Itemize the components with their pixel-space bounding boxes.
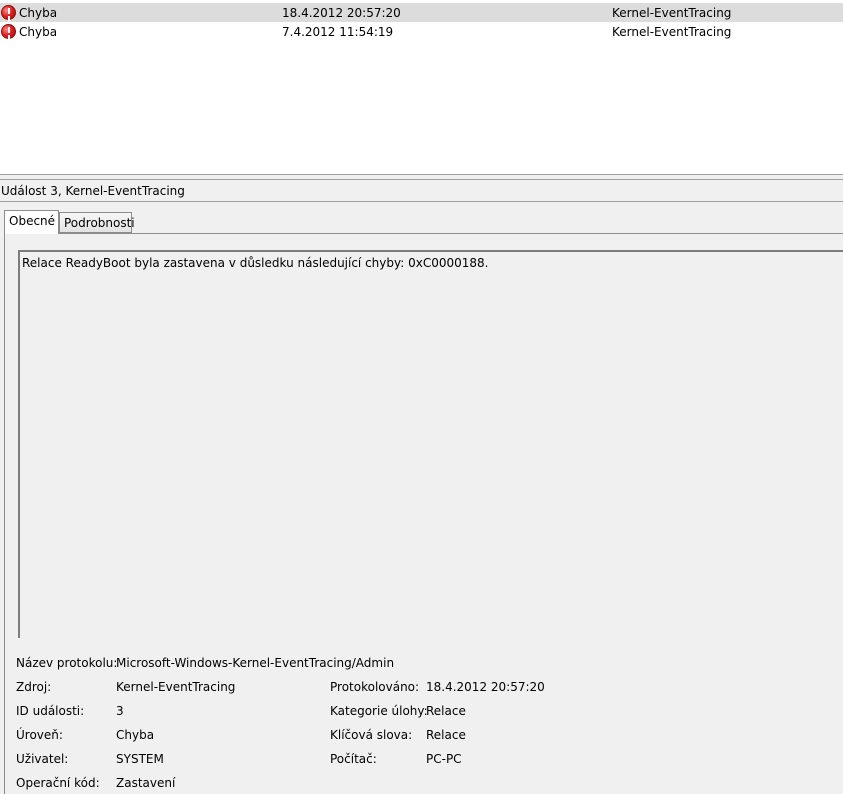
log-name-label: Název protokolu: bbox=[16, 656, 118, 670]
event-level: Chyba bbox=[19, 6, 58, 20]
event-row[interactable]: Chyba 18.4.2012 20:57:20 Kernel-EventTra… bbox=[0, 3, 843, 22]
keywords-label: Klíčová slova: bbox=[330, 728, 413, 742]
source-value: Kernel-EventTracing bbox=[116, 680, 236, 694]
source-label: Zdroj: bbox=[16, 680, 52, 694]
event-list[interactable]: Chyba 18.4.2012 20:57:20 Kernel-EventTra… bbox=[0, 0, 843, 174]
event-source: Kernel-EventTracing bbox=[612, 25, 732, 39]
user-label: Uživatel: bbox=[16, 752, 69, 766]
keywords-value: Relace bbox=[426, 728, 466, 742]
event-id-label: ID události: bbox=[16, 704, 85, 718]
task-category-label: Kategorie úlohy: bbox=[330, 704, 428, 718]
computer-value: PC-PC bbox=[426, 752, 462, 766]
event-description-box[interactable]: Relace ReadyBoot byla zastavena v důsled… bbox=[18, 250, 843, 638]
error-icon bbox=[1, 24, 16, 39]
tab-details[interactable]: Podrobnosti bbox=[59, 212, 135, 233]
computer-label: Počítač: bbox=[330, 752, 377, 766]
event-detail-title: Událost 3, Kernel-EventTracing bbox=[0, 180, 843, 202]
event-date-time: 18.4.2012 20:57:20 bbox=[282, 6, 401, 20]
opcode-label: Operační kód: bbox=[16, 776, 100, 790]
task-category-value: Relace bbox=[426, 704, 466, 718]
level-label: Úroveň: bbox=[16, 728, 63, 742]
event-level: Chyba bbox=[19, 25, 58, 39]
user-value: SYSTEM bbox=[116, 752, 164, 766]
level-value: Chyba bbox=[116, 728, 155, 742]
event-description: Relace ReadyBoot byla zastavena v důsled… bbox=[22, 256, 489, 270]
log-name-value: Microsoft-Windows-Kernel-EventTracing/Ad… bbox=[116, 656, 395, 670]
event-date-time: 7.4.2012 11:54:19 bbox=[282, 25, 394, 39]
error-icon bbox=[1, 5, 16, 20]
event-detail-pane: Událost 3, Kernel-EventTracing Obecné Po… bbox=[0, 180, 843, 794]
logged-value: 18.4.2012 20:57:20 bbox=[426, 680, 545, 694]
opcode-value: Zastavení bbox=[116, 776, 176, 790]
event-id-value: 3 bbox=[116, 704, 124, 718]
event-source: Kernel-EventTracing bbox=[612, 6, 732, 20]
logged-label: Protokolováno: bbox=[330, 680, 420, 694]
tab-general[interactable]: Obecné bbox=[4, 210, 59, 234]
event-row[interactable]: Chyba 7.4.2012 11:54:19 Kernel-EventTrac… bbox=[0, 22, 843, 41]
